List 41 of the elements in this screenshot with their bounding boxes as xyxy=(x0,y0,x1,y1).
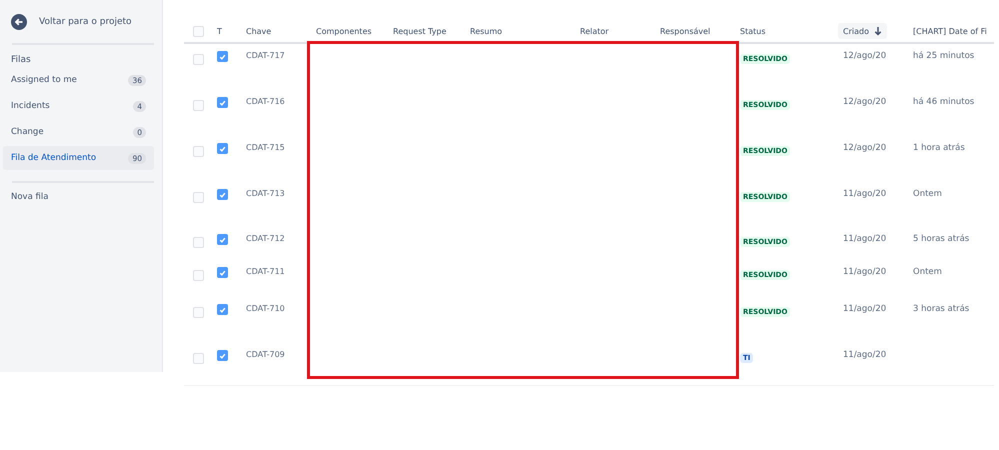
column-header[interactable]: Chave xyxy=(241,24,276,38)
issue-key[interactable]: CDAT-717 xyxy=(246,51,285,60)
column-header[interactable]: Status xyxy=(735,24,770,38)
column-header[interactable]: Responsável xyxy=(655,24,716,38)
queue-label: Assigned to me xyxy=(11,75,77,85)
relative-time-text: Ontem xyxy=(913,189,942,199)
queue-label: Fila de Atendimento xyxy=(11,153,96,163)
column-header[interactable]: T xyxy=(212,24,227,38)
column-header[interactable]: Resumo xyxy=(465,24,508,38)
relative-time-text: há 46 minutos xyxy=(913,97,974,107)
issue-key[interactable]: CDAT-711 xyxy=(246,267,285,276)
column-header[interactable]: Criado xyxy=(838,23,887,39)
date-text: 11/ago/20 xyxy=(843,350,886,360)
back-link-label: Voltar para o projeto xyxy=(39,17,132,27)
relative-time-text: 5 horas atrás xyxy=(913,234,970,244)
date-text: 12/ago/20 xyxy=(843,143,886,153)
column-header[interactable]: Componentes xyxy=(311,24,377,38)
column-header[interactable]: Relator xyxy=(575,24,614,38)
relative-time-text: há 25 minutos xyxy=(913,51,974,61)
date-text: 12/ago/20 xyxy=(843,97,886,107)
issue-key[interactable]: CDAT-713 xyxy=(246,189,285,198)
relative-time-text: 3 horas atrás xyxy=(913,304,970,314)
column-header[interactable]: Request Type xyxy=(388,24,452,38)
issue-key[interactable]: CDAT-715 xyxy=(246,143,285,152)
date-text: 11/ago/20 xyxy=(843,234,886,244)
relative-time-text: Ontem xyxy=(913,267,942,277)
issue-key[interactable]: CDAT-710 xyxy=(246,304,285,313)
date-text: 11/ago/20 xyxy=(843,189,886,199)
section-title: Filas xyxy=(10,54,32,66)
column-header[interactable]: [CHART] Date of Fi xyxy=(908,24,992,38)
date-text: 11/ago/20 xyxy=(843,267,886,277)
date-text: 11/ago/20 xyxy=(843,304,886,314)
new-queue-link[interactable]: Nova fila xyxy=(3,183,154,202)
queue-label: Change xyxy=(11,127,44,137)
issue-key[interactable]: CDAT-712 xyxy=(246,234,285,243)
queue-label: Incidents xyxy=(11,101,50,111)
back-link[interactable]: Voltar para o projeto xyxy=(3,0,154,32)
issue-key[interactable]: CDAT-716 xyxy=(246,97,285,106)
issue-key[interactable]: CDAT-709 xyxy=(246,350,285,359)
relative-time-text: 1 hora atrás xyxy=(913,143,965,153)
date-text: 12/ago/20 xyxy=(843,51,886,61)
